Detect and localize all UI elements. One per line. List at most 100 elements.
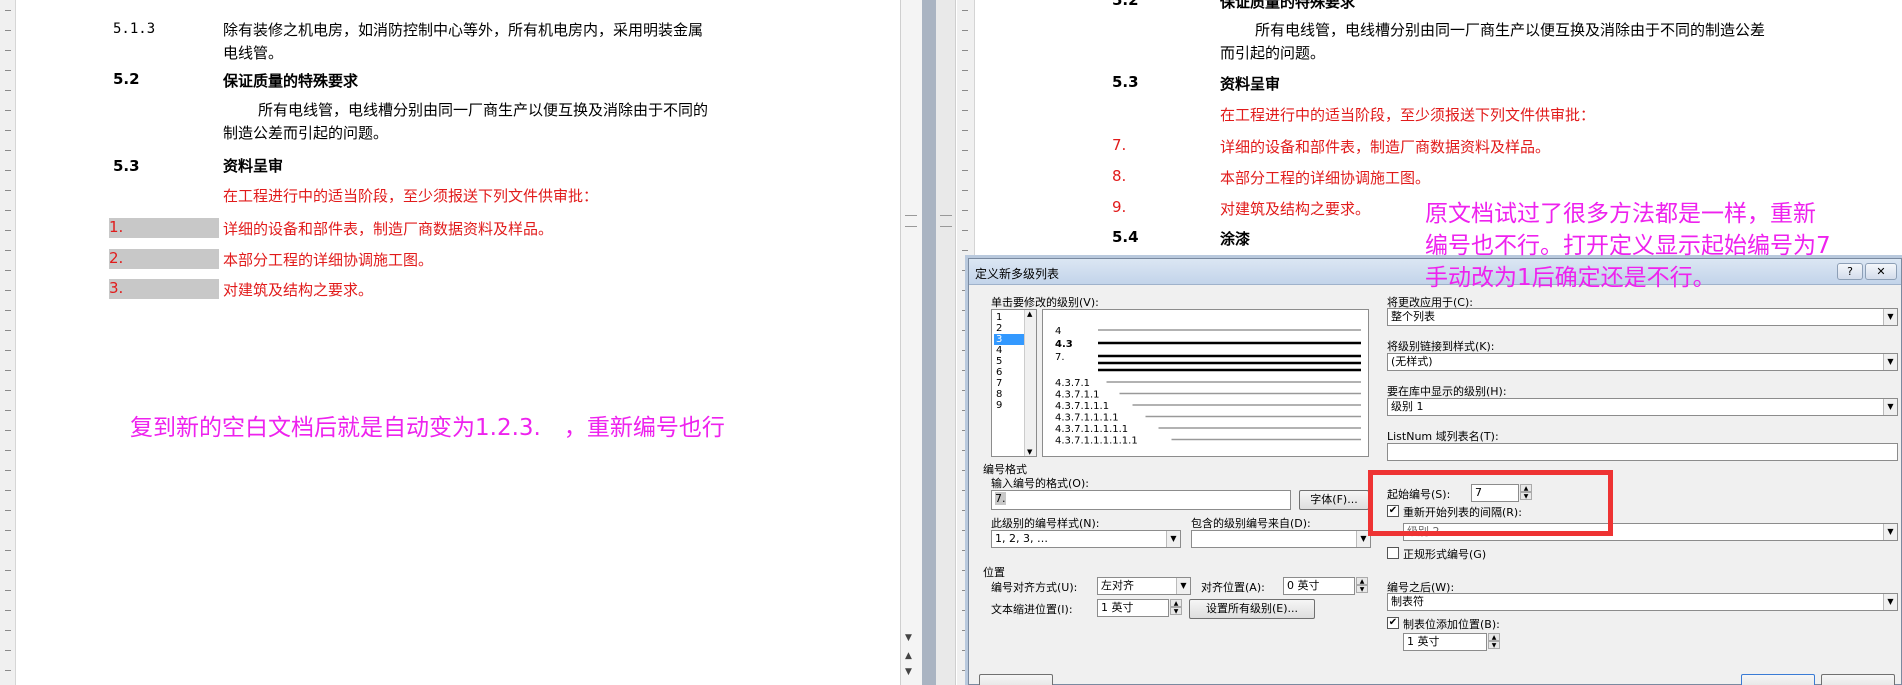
vertical-scrollbar-right[interactable]: [936, 0, 956, 685]
level-option[interactable]: 1: [994, 312, 1024, 323]
spin-up-icon[interactable]: ▲: [1488, 633, 1500, 641]
level-option[interactable]: 6: [994, 367, 1024, 378]
level-scrollbar[interactable]: ▲ ▼: [1024, 310, 1036, 456]
dropdown-arrow-icon[interactable]: ▼: [1883, 524, 1897, 540]
ok-button[interactable]: [1741, 674, 1815, 685]
aligned-at-input[interactable]: 0 英寸: [1283, 577, 1355, 595]
list-number: 7.: [1112, 136, 1127, 154]
level-option[interactable]: 5: [994, 356, 1024, 367]
include-level-select[interactable]: ▼: [1191, 530, 1371, 548]
number-format-value: 7.: [995, 492, 1006, 505]
apply-to-select[interactable]: 整个列表 ▼: [1387, 308, 1898, 326]
help-button[interactable]: ?: [1837, 263, 1863, 280]
less-button[interactable]: [979, 674, 1053, 685]
vertical-scrollbar-left[interactable]: ▼ ▲ ▼: [900, 0, 922, 685]
level-listbox[interactable]: 123456789 ▲ ▼: [991, 309, 1037, 457]
level-option[interactable]: 4: [994, 345, 1024, 356]
list-number: 3.: [109, 279, 219, 299]
gallery-level-select[interactable]: 级别 1 ▼: [1387, 398, 1898, 416]
preview-level-label: 4.3.7.1.1.1.1: [1055, 413, 1119, 424]
ruler-tick: [5, 390, 11, 391]
next-page-icon[interactable]: ▼: [905, 667, 912, 677]
text-indent-input[interactable]: 1 英寸: [1097, 599, 1169, 617]
spin-down-icon[interactable]: ▼: [1488, 641, 1500, 649]
ruler-tick: [5, 250, 11, 251]
ruler-tick: [5, 10, 11, 11]
scroll-grip[interactable]: [940, 215, 952, 227]
level-option[interactable]: 9: [994, 400, 1024, 411]
ruler-tick: [5, 630, 11, 631]
ruler-tick: [962, 250, 968, 251]
heading-number: 5.4: [1112, 228, 1139, 246]
tab-stop-spinner[interactable]: ▲ ▼: [1488, 633, 1500, 649]
link-style-select[interactable]: (无样式) ▼: [1387, 353, 1898, 371]
ruler-tick: [5, 490, 11, 491]
preview-level-label: 4.3.7.1.1: [1055, 390, 1100, 401]
ruler-tick: [5, 430, 11, 431]
legal-style-checkbox[interactable]: [1387, 547, 1399, 559]
ruler-tick: [5, 370, 11, 371]
cancel-button[interactable]: [1821, 674, 1895, 685]
list-number: 1.: [109, 218, 219, 238]
ruler-tick: [962, 30, 968, 31]
dropdown-arrow-icon[interactable]: ▼: [1883, 354, 1897, 370]
ruler-tick: [5, 90, 11, 91]
scroll-down-arrow-icon[interactable]: ▼: [905, 633, 912, 643]
spin-up-icon[interactable]: ▲: [1356, 577, 1368, 585]
include-level-label: 包含的级别编号来自(D):: [1191, 517, 1311, 530]
annotation-note-right-line: 手动改为1后确定还是不行。: [1425, 265, 1716, 291]
number-format-input[interactable]: 7.: [991, 490, 1291, 510]
list-item-text: 对建筑及结构之要求。: [223, 281, 374, 299]
paragraph-line: 在工程进行中的适当阶段，至少须报送下列文件供审批：: [223, 187, 599, 205]
dropdown-arrow-icon[interactable]: ▼: [1166, 531, 1180, 547]
ruler-tick: [5, 550, 11, 551]
ruler-tick: [962, 110, 968, 111]
list-preview: 4 4.3 7. 4.3.7.1 4.3.7.1.1 4.3.7.1.1.1 4.3.7.1…: [1042, 309, 1369, 457]
preview-level-label: 4.3.7.1.1.1.1.1: [1055, 424, 1128, 435]
tab-stop-input[interactable]: 1 英寸: [1403, 633, 1487, 651]
set-all-levels-button[interactable]: 设置所有级别(E)...: [1189, 599, 1315, 619]
paragraph-line: 而引起的问题。: [1220, 44, 1326, 62]
preview-level-label: 4.3.7.1: [1055, 378, 1090, 389]
level-option[interactable]: 3: [994, 334, 1024, 345]
ruler-tick: [5, 150, 11, 151]
spin-down-icon[interactable]: ▼: [1170, 607, 1182, 615]
gallery-level-label: 要在库中显示的级别(H):: [1387, 385, 1507, 398]
listnum-field[interactable]: [1387, 443, 1898, 461]
text-indent-spinner[interactable]: ▲ ▼: [1170, 599, 1182, 615]
spin-down-icon[interactable]: ▼: [1356, 585, 1368, 593]
dropdown-arrow-icon[interactable]: ▼: [1883, 399, 1897, 415]
level-option[interactable]: 2: [994, 323, 1024, 334]
legal-style-label: 正规形式编号(G): [1403, 548, 1487, 561]
ruler-tick: [962, 150, 968, 151]
list-item-text: 本部分工程的详细协调施工图。: [223, 251, 434, 269]
ruler-tick: [5, 670, 11, 671]
dropdown-arrow-icon[interactable]: ▼: [1883, 309, 1897, 325]
tab-stop-checkbox[interactable]: ✔: [1387, 617, 1399, 629]
font-button[interactable]: 字体(F)...: [1299, 490, 1369, 510]
aligned-at-spinner[interactable]: ▲ ▼: [1356, 577, 1368, 593]
number-alignment-select[interactable]: 左对齐 ▼: [1097, 577, 1191, 595]
list-item-text: 本部分工程的详细协调施工图。: [1220, 169, 1431, 187]
ruler-tick: [5, 50, 11, 51]
dropdown-arrow-icon[interactable]: ▼: [1176, 578, 1190, 594]
dropdown-arrow-icon[interactable]: ▼: [1883, 594, 1897, 610]
ruler-tick: [5, 190, 11, 191]
list-number: 9.: [1112, 198, 1127, 216]
scroll-up-arrow-icon[interactable]: ▲: [1027, 310, 1032, 318]
number-style-label: 此级别的编号样式(N):: [991, 517, 1100, 530]
scroll-down-arrow-icon[interactable]: ▼: [1027, 448, 1032, 456]
level-option[interactable]: 8: [994, 389, 1024, 400]
scroll-grip[interactable]: [905, 215, 917, 227]
follow-number-select[interactable]: 制表符 ▼: [1387, 593, 1898, 611]
number-style-select[interactable]: 1, 2, 3, … ▼: [991, 530, 1181, 548]
spin-up-icon[interactable]: ▲: [1170, 599, 1182, 607]
level-items: 123456789: [994, 312, 1024, 411]
level-option[interactable]: 7: [994, 378, 1024, 389]
close-button[interactable]: ✕: [1865, 263, 1897, 280]
preview-level-label: 4.3.7.1.1.1: [1055, 401, 1109, 412]
ruler-tick: [5, 210, 11, 211]
ruler-tick: [5, 110, 11, 111]
apply-to-value: 整个列表: [1391, 310, 1435, 323]
previous-page-icon[interactable]: ▲: [905, 651, 912, 661]
